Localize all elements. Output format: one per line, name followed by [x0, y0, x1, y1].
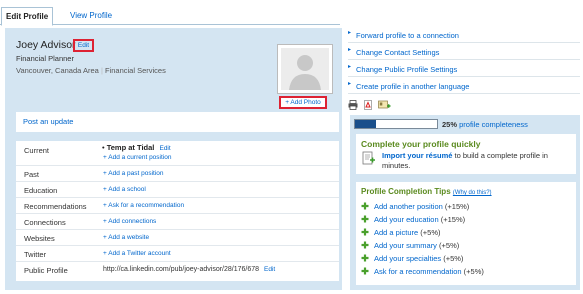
add-current-position-link[interactable]: + Add a current position: [103, 154, 171, 161]
tip-percent: (+5%): [443, 254, 464, 263]
plus-icon: [361, 228, 369, 236]
arrow-right-icon: ▸: [348, 64, 352, 70]
plus-icon: [361, 202, 369, 210]
tip-add-position[interactable]: Add another position (+15%): [361, 201, 469, 211]
section-row-websites: Websites + Add a website: [16, 229, 339, 245]
tip-percent: (+15%): [440, 215, 466, 224]
public-profile-settings-link[interactable]: ▸ Change Public Profile Settings: [348, 62, 580, 77]
tip-add-summary[interactable]: Add your summary (+5%): [361, 240, 459, 250]
current-position: • Temp at Tidal Edit: [102, 143, 171, 152]
tip-add-picture[interactable]: Add a picture (+5%): [361, 227, 441, 237]
completeness-label: profile completeness: [459, 120, 528, 129]
pdf-icon[interactable]: [363, 100, 373, 110]
completeness-progress-bar: [354, 119, 438, 129]
tip-add-specialties[interactable]: Add your specialties (+5%): [361, 253, 463, 263]
add-school-link[interactable]: + Add a school: [103, 186, 146, 193]
public-profile-url: http://ca.linkedin.com/pub/joey-advisor/…: [103, 266, 275, 273]
add-website-link[interactable]: + Add a website: [103, 234, 149, 241]
edit-name-button[interactable]: Edit: [73, 39, 94, 52]
tip-text[interactable]: Add your specialties: [374, 254, 441, 263]
profile-headline: Financial Planner: [16, 54, 74, 63]
profile-completion-tips: Profile Completion Tips (Why do this?) A…: [356, 182, 576, 285]
tips-heading: Profile Completion Tips: [361, 187, 451, 196]
ask-recommendation-link[interactable]: + Ask for a recommendation: [103, 202, 184, 209]
completeness-text: 25% profile completeness: [442, 120, 528, 129]
tip-percent: (+5%): [420, 228, 441, 237]
tip-text[interactable]: Add another position: [374, 202, 443, 211]
tip-add-education[interactable]: Add your education (+15%): [361, 214, 465, 224]
section-label: Past: [24, 170, 40, 179]
profile-name: Joey Advisor: [16, 39, 76, 51]
profile-tabs: Edit Profile View Profile: [0, 7, 340, 26]
tip-text[interactable]: Add your education: [374, 215, 439, 224]
tip-text[interactable]: Ask for a recommendation: [374, 267, 462, 276]
profile-location: Vancouver, Canada Area: [16, 66, 99, 75]
public-url-text[interactable]: http://ca.linkedin.com/pub/joey-advisor/…: [103, 266, 259, 273]
plus-icon: [361, 267, 369, 275]
tab-edit-profile[interactable]: Edit Profile: [1, 7, 54, 26]
section-row-twitter: Twitter + Add a Twitter account: [16, 245, 339, 261]
quick-title: Complete your profile quickly: [361, 139, 481, 149]
section-label: Education: [24, 186, 58, 195]
edit-public-url-link[interactable]: Edit: [264, 266, 275, 273]
profile-photo-placeholder: [277, 44, 333, 94]
profile-location-line: Vancouver, Canada Area | Financial Servi…: [16, 66, 166, 75]
section-label: Recommendations: [24, 202, 87, 211]
plus-icon: [361, 241, 369, 249]
section-row-recommendations: Recommendations + Ask for a recommendati…: [16, 197, 339, 213]
add-photo-button[interactable]: + Add Photo: [279, 96, 327, 109]
section-label: Public Profile: [24, 266, 68, 275]
tab-view-profile[interactable]: View Profile: [66, 7, 116, 25]
section-label: Current: [24, 146, 50, 155]
section-row-current: Current • Temp at Tidal Edit + Add a cur…: [16, 141, 339, 165]
post-update-box[interactable]: Post an update: [16, 112, 339, 132]
plus-icon: [361, 254, 369, 262]
section-label: Websites: [24, 234, 55, 243]
tip-text[interactable]: Add a picture: [374, 228, 418, 237]
profile-sections: Current • Temp at Tidal Edit + Add a cur…: [16, 141, 339, 281]
edit-current-position-link[interactable]: Edit: [159, 145, 170, 152]
add-connections-link[interactable]: + Add connections: [103, 218, 156, 225]
arrow-right-icon: ▸: [348, 47, 352, 53]
tip-percent: (+5%): [463, 267, 484, 276]
section-row-public-profile: Public Profile http://ca.linkedin.com/pu…: [16, 261, 339, 277]
section-row-past: Past + Add a past position: [16, 165, 339, 181]
bullet: •: [102, 143, 105, 152]
profile-industry: Financial Services: [104, 66, 166, 75]
plus-icon: [361, 215, 369, 223]
current-position-title: Temp at Tidal: [106, 143, 155, 152]
arrow-right-icon: ▸: [348, 30, 352, 36]
contact-settings-link[interactable]: ▸ Change Contact Settings: [348, 45, 580, 60]
section-label: Twitter: [24, 250, 47, 259]
add-past-position-link[interactable]: + Add a past position: [103, 170, 164, 177]
tip-percent: (+15%): [444, 202, 470, 211]
print-icon[interactable]: [348, 100, 358, 110]
tip-ask-recommendation[interactable]: Ask for a recommendation (+5%): [361, 266, 484, 276]
tip-text[interactable]: Add your summary: [374, 241, 437, 250]
why-do-this-link[interactable]: (Why do this?): [453, 190, 492, 196]
section-row-education: Education + Add a school: [16, 181, 339, 197]
completeness-percent: 25%: [442, 120, 458, 129]
import-resume-link[interactable]: Import your résumé: [382, 151, 452, 160]
forward-profile-link[interactable]: ▸ Forward profile to a connection: [348, 28, 580, 43]
progress-fill: [355, 120, 376, 128]
resume-import-icon: [362, 151, 375, 165]
silhouette-icon: [281, 48, 329, 90]
vcard-icon[interactable]: [378, 100, 391, 110]
another-language-link[interactable]: ▸ Create profile in another language: [348, 79, 580, 94]
arrow-right-icon: ▸: [348, 81, 352, 87]
complete-profile-quickly-box: Complete your profile quickly Import you…: [356, 134, 576, 174]
quick-body: Import your résumé to build a complete p…: [382, 151, 572, 171]
section-row-connections: Connections + Add connections: [16, 213, 339, 229]
section-label: Connections: [24, 218, 66, 227]
post-update-link[interactable]: Post an update: [23, 117, 73, 126]
add-twitter-link[interactable]: + Add a Twitter account: [103, 250, 171, 257]
tip-percent: (+5%): [439, 241, 460, 250]
tips-title: Profile Completion Tips (Why do this?): [361, 187, 492, 196]
